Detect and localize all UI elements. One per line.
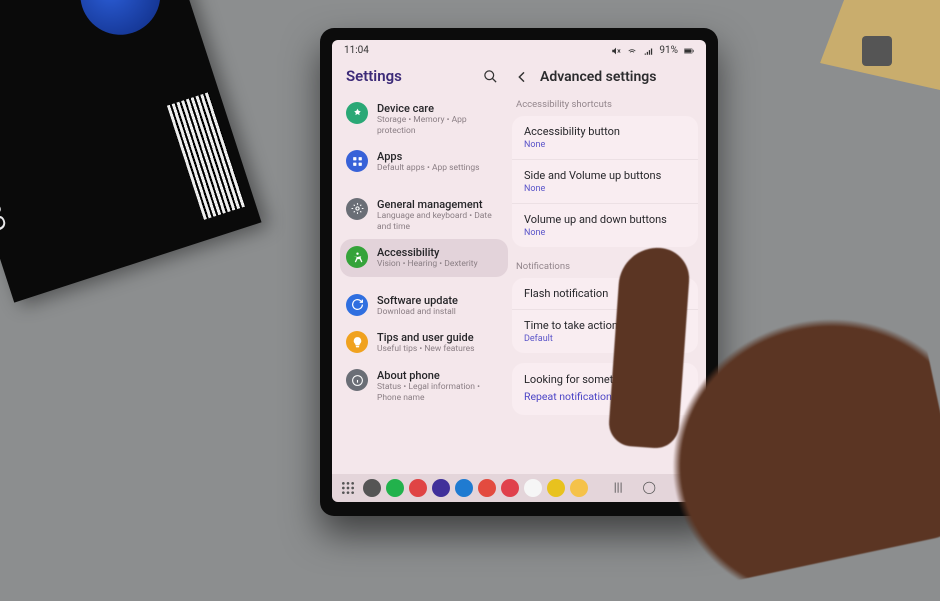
- dock-app-7[interactable]: [524, 479, 542, 497]
- settings-header: Settings: [340, 63, 508, 95]
- dock-app-5[interactable]: [478, 479, 496, 497]
- settings-item-update[interactable]: Software updateDownload and install: [340, 287, 508, 325]
- settings-item-title: Tips and user guide: [377, 331, 475, 344]
- apps-grid-icon[interactable]: [340, 480, 356, 496]
- status-time: 11:04: [344, 45, 369, 56]
- settings-item-title: About phone: [377, 369, 502, 382]
- about-icon: [346, 369, 368, 391]
- status-right: 91%: [611, 45, 694, 56]
- settings-card: Accessibility buttonNoneSide and Volume …: [512, 116, 698, 247]
- settings-item-about[interactable]: About phoneStatus • Legal information • …: [340, 362, 508, 410]
- settings-row[interactable]: Side and Volume up buttons None: [512, 159, 698, 203]
- row-value: None: [524, 228, 686, 238]
- dock-app-2[interactable]: [409, 479, 427, 497]
- detail-header: Advanced settings: [512, 63, 698, 95]
- row-value: None: [524, 184, 686, 194]
- dock-app-8[interactable]: [547, 479, 565, 497]
- settings-item-subtitle: Download and install: [377, 307, 458, 318]
- section-label: Accessibility shortcuts: [512, 95, 698, 116]
- dock-app-1[interactable]: [386, 479, 404, 497]
- hand: [594, 258, 940, 598]
- row-title: Volume up and down buttons: [524, 213, 686, 226]
- update-icon: [346, 294, 368, 316]
- back-icon[interactable]: [514, 69, 530, 85]
- status-bar: 11:04 91%: [332, 40, 706, 59]
- settings-item-subtitle: Storage • Memory • App protection: [377, 115, 502, 136]
- device-care-icon: [346, 102, 368, 124]
- dock-app-6[interactable]: [501, 479, 519, 497]
- settings-title: Settings: [346, 67, 402, 85]
- settings-list-pane: Settings Device careStorage • Memory • A…: [332, 59, 508, 479]
- settings-item-general[interactable]: General managementLanguage and keyboard …: [340, 191, 508, 239]
- settings-item-subtitle: Default apps • App settings: [377, 163, 480, 174]
- signal-icon: [643, 46, 653, 56]
- settings-item-title: Device care: [377, 102, 502, 115]
- settings-item-title: Apps: [377, 150, 480, 163]
- general-icon: [346, 198, 368, 220]
- product-box: Galaxy Z Fold6: [0, 0, 262, 303]
- wifi-icon: [627, 46, 637, 56]
- search-icon[interactable]: [483, 69, 498, 84]
- settings-item-title: Software update: [377, 294, 458, 307]
- settings-item-apps[interactable]: AppsDefault apps • App settings: [340, 143, 508, 181]
- row-title: Side and Volume up buttons: [524, 169, 686, 182]
- settings-row[interactable]: Volume up and down buttons None: [512, 203, 698, 247]
- settings-item-subtitle: Language and keyboard • Date and time: [377, 211, 502, 232]
- settings-row[interactable]: Accessibility button None: [512, 116, 698, 159]
- recents-button[interactable]: |||: [614, 480, 623, 497]
- dock-app-4[interactable]: [455, 479, 473, 497]
- box-barcode: [167, 92, 246, 220]
- accessibility-icon: [346, 246, 368, 268]
- battery-icon: [684, 46, 694, 56]
- detail-title: Advanced settings: [540, 69, 656, 85]
- apps-icon: [346, 150, 368, 172]
- row-title: Accessibility button: [524, 125, 686, 138]
- settings-item-accessibility[interactable]: AccessibilityVision • Hearing • Dexterit…: [340, 239, 508, 277]
- settings-item-title: Accessibility: [377, 246, 478, 259]
- dock-app-3[interactable]: [432, 479, 450, 497]
- dock-app-0[interactable]: [363, 479, 381, 497]
- wooden-clip: [820, 0, 940, 90]
- status-battery: 91%: [659, 45, 678, 56]
- settings-item-subtitle: Useful tips • New features: [377, 344, 475, 355]
- settings-item-device-care[interactable]: Device careStorage • Memory • App protec…: [340, 95, 508, 143]
- tips-icon: [346, 331, 368, 353]
- settings-item-title: General management: [377, 198, 502, 211]
- settings-item-tips[interactable]: Tips and user guideUseful tips • New fea…: [340, 324, 508, 362]
- box-brand-text: Galaxy Z Fold6: [0, 71, 13, 236]
- mute-icon: [611, 46, 621, 56]
- dock-app-9[interactable]: [570, 479, 588, 497]
- box-graphic-circle: [70, 0, 171, 45]
- row-value: None: [524, 140, 686, 150]
- app-dock: [363, 479, 588, 497]
- settings-item-subtitle: Status • Legal information • Phone name: [377, 382, 502, 403]
- settings-item-subtitle: Vision • Hearing • Dexterity: [377, 259, 478, 270]
